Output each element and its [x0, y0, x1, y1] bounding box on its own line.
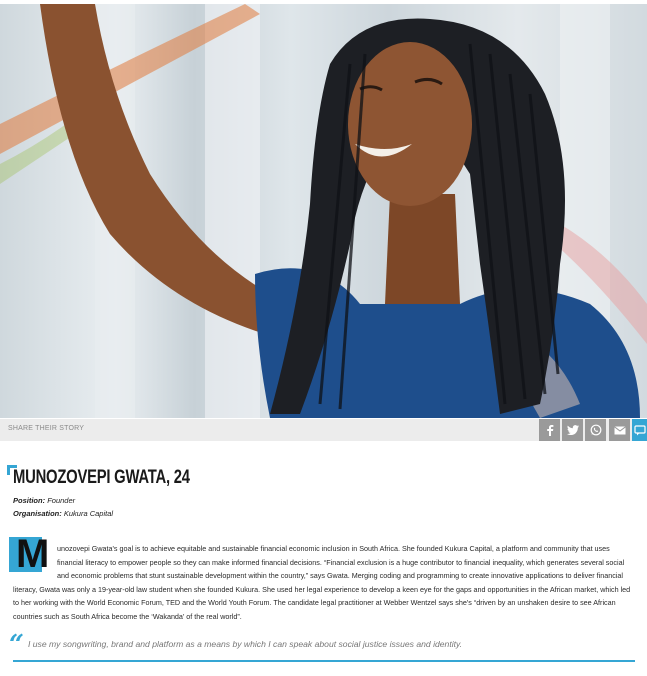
- comment-button[interactable]: [632, 419, 647, 441]
- share-bar: SHARE THEIR STORY: [0, 419, 647, 441]
- quote-mark-icon: “: [9, 630, 24, 660]
- organisation-row: Organisation: Kukura Capital: [13, 509, 113, 518]
- position-value: Founder: [47, 496, 76, 505]
- share-label: SHARE THEIR STORY: [8, 425, 85, 432]
- position-row: Position: Founder: [13, 496, 75, 505]
- whatsapp-icon: [590, 424, 601, 436]
- portrait-illustration: [0, 4, 647, 418]
- twitter-icon: [566, 425, 579, 435]
- email-share-button[interactable]: [609, 419, 630, 441]
- facebook-share-button[interactable]: [539, 419, 560, 441]
- quote-divider: [13, 660, 635, 662]
- position-label: Position:: [13, 496, 46, 505]
- article-body-wrapper: unozovepi Gwata's goal is to achieve equ…: [13, 542, 633, 623]
- comment-icon: [633, 424, 646, 435]
- pull-quote: I use my songwriting, brand and platform…: [28, 639, 463, 649]
- facebook-icon: [546, 425, 553, 436]
- whatsapp-share-button[interactable]: [585, 419, 606, 441]
- twitter-share-button[interactable]: [562, 419, 583, 441]
- profile-name-heading: MUNOZOVEPI GWATA, 24: [13, 467, 190, 488]
- article-body: unozovepi Gwata's goal is to achieve equ…: [13, 544, 631, 621]
- email-icon: [613, 425, 626, 434]
- hero-photo: [0, 4, 647, 418]
- organisation-value: Kukura Capital: [63, 509, 114, 518]
- organisation-label: Organisation:: [13, 509, 62, 518]
